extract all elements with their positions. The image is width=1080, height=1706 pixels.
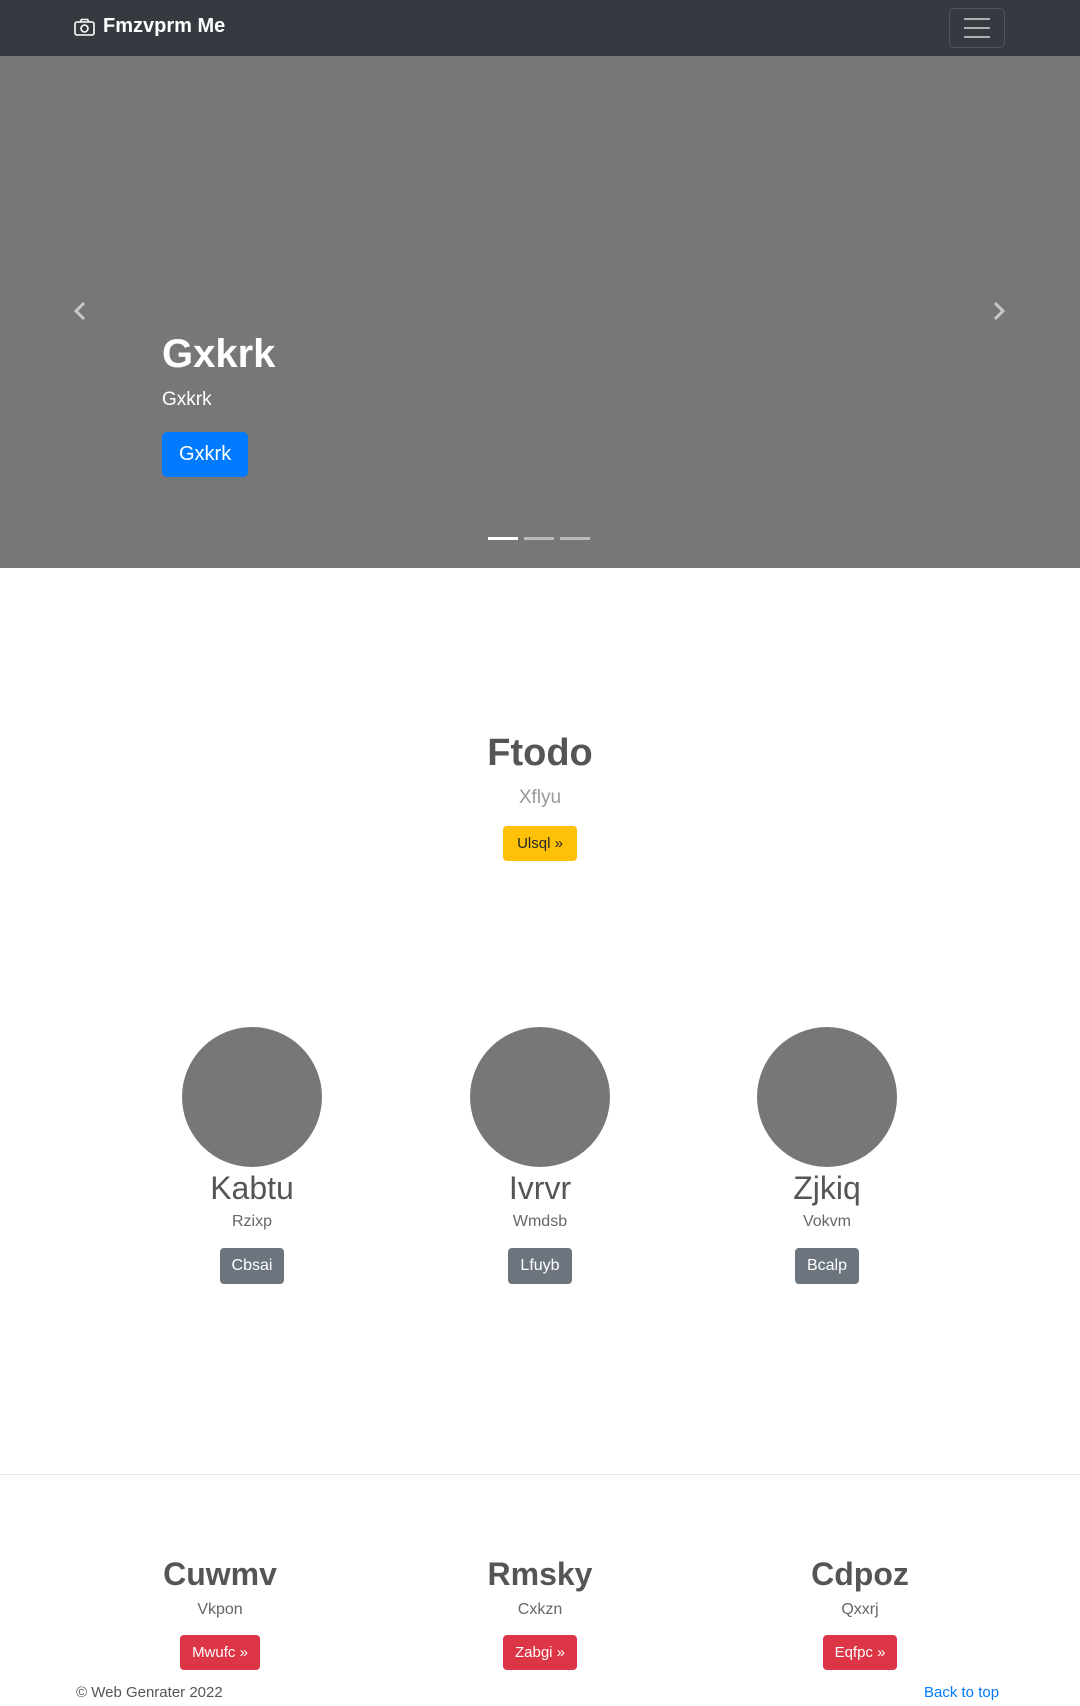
footer-copyright: © Web Genrater 2022	[76, 1684, 223, 1701]
feature-button[interactable]: Ulsql »	[503, 826, 577, 861]
circle-card: Kabtu Rzixp Cbsai	[152, 1027, 352, 1284]
hamburger-menu-icon	[964, 18, 990, 20]
column-button[interactable]: Zabgi »	[502, 1635, 578, 1670]
carousel-indicator[interactable]	[560, 537, 590, 540]
column-subtitle: Vkpon	[197, 1601, 243, 1618]
feature-title: Ftodo	[487, 732, 593, 774]
column-subtitle: Qxxrj	[841, 1601, 879, 1618]
circle-card-button[interactable]: Cbsai	[219, 1248, 285, 1284]
chevron-right-icon[interactable]	[987, 300, 1009, 322]
camera-icon	[74, 18, 95, 36]
navbar-toggler-button[interactable]	[949, 8, 1005, 48]
circle-card-subtitle: Rzixp	[231, 1213, 272, 1230]
circle-image	[757, 1027, 897, 1167]
column-card: Rmsky Cxkzn Zabgi »	[420, 1555, 660, 1670]
section-divider	[0, 1474, 1080, 1475]
circle-image	[470, 1027, 610, 1167]
circle-card: Ivrvr Wmdsb Lfuyb	[440, 1027, 640, 1284]
circle-card-title: Kabtu	[210, 1170, 294, 1206]
chevron-left-icon[interactable]	[70, 300, 92, 322]
circle-card-title: Zjkiq	[793, 1170, 861, 1206]
brand-link[interactable]: Fmzvprm Me	[74, 15, 225, 38]
circle-card-title: Ivrvr	[508, 1170, 572, 1206]
navbar: Fmzvprm Me	[0, 0, 1080, 56]
carousel-caption: Gxkrk Gxkrk Gxkrk	[162, 330, 275, 477]
circle-card-subtitle: Wmdsb	[512, 1213, 568, 1230]
brand-name: Fmzvprm Me	[103, 15, 226, 37]
column-title: Cdpoz	[811, 1556, 909, 1592]
circle-image	[182, 1027, 322, 1167]
carousel-indicator[interactable]	[488, 537, 518, 540]
column-subtitle: Cxkzn	[517, 1601, 563, 1618]
column-button[interactable]: Mwufc »	[180, 1635, 260, 1670]
circle-card-button[interactable]: Bcalp	[794, 1248, 860, 1284]
carousel: Gxkrk Gxkrk Gxkrk	[0, 56, 1080, 568]
feature-section: Ftodo Xflyu Ulsql »	[0, 730, 1080, 861]
carousel-title: Gxkrk	[162, 332, 276, 376]
circle-card: Zjkiq Vokvm Bcalp	[727, 1027, 927, 1284]
carousel-subtitle: Gxkrk	[162, 389, 212, 410]
circle-card-subtitle: Vokvm	[802, 1213, 851, 1230]
carousel-indicators	[488, 537, 590, 540]
carousel-indicator[interactable]	[524, 537, 554, 540]
feature-subtitle: Xflyu	[518, 787, 562, 808]
column-button[interactable]: Eqfpc »	[822, 1635, 898, 1670]
column-title: Rmsky	[487, 1556, 593, 1592]
circle-card-button[interactable]: Lfuyb	[508, 1248, 572, 1284]
back-to-top-link[interactable]: Back to top	[924, 1684, 999, 1701]
column-card: Cdpoz Qxxrj Eqfpc »	[740, 1555, 980, 1670]
column-card: Cuwmv Vkpon Mwufc »	[100, 1555, 340, 1670]
column-title: Cuwmv	[163, 1556, 277, 1592]
carousel-button[interactable]: Gxkrk	[162, 432, 249, 477]
